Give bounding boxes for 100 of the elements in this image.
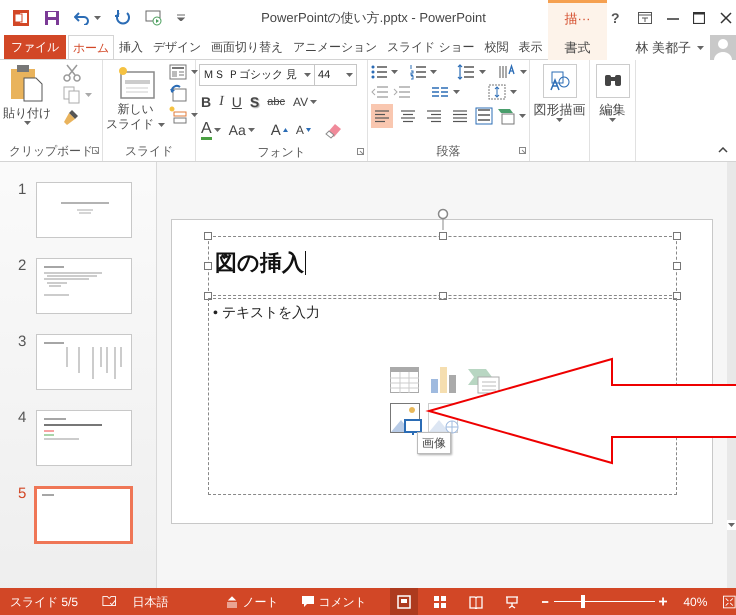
text-direction-icon[interactable] [498, 64, 516, 80]
section-icon[interactable] [169, 106, 187, 124]
ribbon-tab[interactable]: 表示 [513, 35, 548, 59]
resize-handle[interactable] [204, 262, 212, 270]
slide-thumbnail[interactable] [36, 410, 132, 466]
align-text-icon[interactable] [488, 84, 506, 100]
notes-icon [226, 596, 238, 608]
slideshow-icon[interactable] [145, 10, 163, 26]
shrink-font-button[interactable]: A [294, 118, 313, 142]
caret-icon [304, 73, 311, 77]
layout-icon[interactable] [169, 64, 187, 80]
caret-icon [556, 118, 563, 122]
resize-handle[interactable] [438, 292, 446, 300]
resize-handle[interactable] [673, 232, 681, 240]
collapse-ribbon-icon[interactable] [718, 147, 728, 153]
character-spacing-button[interactable]: AV [291, 90, 320, 114]
resize-handle[interactable] [204, 292, 212, 300]
resize-handle[interactable] [673, 262, 681, 270]
ribbon-tab[interactable]: デザイン [148, 35, 206, 59]
editing-button[interactable]: 編集 [593, 64, 632, 141]
dialog-launcher-icon[interactable] [357, 148, 364, 155]
group-label: 段落 [436, 143, 460, 160]
slide-thumbnail[interactable] [36, 258, 132, 314]
slide-thumbnail[interactable] [36, 334, 132, 390]
font-color-button[interactable]: A [199, 118, 223, 142]
line-spacing-icon[interactable] [457, 64, 475, 80]
customize-icon[interactable] [177, 14, 185, 21]
undo-icon[interactable] [74, 10, 90, 24]
dialog-launcher-icon[interactable] [92, 147, 99, 154]
smartart-convert-icon[interactable] [497, 107, 515, 125]
slide-thumbnail[interactable] [34, 486, 133, 544]
format-painter-icon[interactable] [63, 108, 81, 126]
rotate-handle-icon[interactable] [437, 208, 449, 230]
contextual-tab[interactable]: 書式 [548, 35, 607, 60]
ribbon-tab[interactable]: スライド ショー [382, 35, 480, 59]
ribbon-tab[interactable]: 画面切り替え [206, 35, 288, 59]
drawing-button[interactable]: 図形描画 [533, 64, 586, 141]
comments-button[interactable]: コメント [302, 592, 366, 610]
zoom-level[interactable]: 40% [683, 592, 708, 610]
insert-chart-icon[interactable] [430, 365, 456, 393]
align-left-button[interactable] [371, 104, 393, 128]
new-slide-button[interactable]: 新しい スライド [106, 64, 165, 141]
insert-table-icon[interactable] [390, 367, 419, 393]
body-text: テキストを入力 [222, 303, 320, 322]
bullet: • [213, 303, 218, 322]
strikethrough-button[interactable]: abc [265, 90, 288, 114]
insert-smartart-icon[interactable] [468, 367, 500, 395]
redo-icon[interactable] [115, 10, 131, 26]
maximize-icon[interactable] [693, 12, 706, 24]
slide-number: 1 [18, 182, 28, 197]
spell-check-icon[interactable] [102, 594, 116, 608]
zoom-in-icon[interactable] [659, 597, 668, 606]
caret-icon [346, 73, 353, 77]
scroll-down-icon[interactable] [727, 520, 736, 530]
eraser-icon[interactable] [324, 121, 343, 139]
reset-icon[interactable] [169, 84, 187, 102]
help-button[interactable]: ? [607, 10, 624, 24]
ribbon-tab[interactable]: ホーム [68, 35, 114, 59]
ribbon-tab[interactable]: 挿入 [114, 35, 148, 59]
slide-preview-drawing [44, 266, 102, 296]
distributed-icon[interactable] [475, 107, 493, 125]
app-icon[interactable] [12, 8, 30, 26]
ribbon-tab[interactable]: アニメーション [288, 35, 382, 59]
language[interactable]: 日本語 [132, 592, 168, 610]
slide-thumbnail[interactable] [36, 182, 132, 238]
notes-button[interactable]: ノート [226, 592, 278, 610]
numbering-icon[interactable] [410, 64, 426, 80]
insert-picture-icon[interactable] [390, 403, 422, 435]
group-label: クリップボード [9, 143, 93, 160]
cut-icon[interactable] [63, 64, 81, 82]
file-tab[interactable]: ファイル [4, 35, 66, 59]
ribbon-display-icon[interactable] [638, 12, 652, 24]
slide-sorter-icon [433, 594, 448, 608]
caret-icon [24, 121, 30, 125]
zoom-slider-thumb[interactable] [581, 595, 586, 608]
resize-handle[interactable] [204, 232, 212, 240]
italic-button[interactable]: I [217, 90, 226, 114]
ribbon-tab[interactable]: 校閲 [479, 35, 514, 59]
caret-icon [697, 46, 704, 50]
clipboard-icon [10, 64, 44, 102]
change-case-button[interactable]: Aa [226, 118, 257, 142]
save-icon[interactable] [44, 10, 60, 26]
font-name-field[interactable]: ＭＳ Ｐゴシック 見 [199, 64, 315, 86]
view-button[interactable] [390, 588, 418, 615]
resize-handle[interactable] [673, 292, 681, 300]
bullets-icon[interactable] [371, 64, 387, 80]
resize-handle[interactable] [438, 232, 446, 240]
contextual-tab-label: 描··· [548, 0, 607, 35]
underline-button[interactable]: U [230, 90, 244, 114]
paste-button[interactable]: 貼り付け [3, 64, 51, 141]
font-size-field[interactable]: 44 [315, 64, 357, 86]
user-name[interactable]: 林 美都子 [635, 38, 691, 58]
bold-button[interactable]: B [199, 90, 214, 114]
shadow-button[interactable]: S [248, 90, 262, 114]
fit-to-window-icon[interactable] [723, 594, 736, 608]
caret-icon [191, 113, 198, 117]
slide-count: スライド 5/5 [10, 594, 78, 610]
close-icon[interactable] [720, 12, 732, 24]
dialog-launcher-icon[interactable] [519, 147, 526, 154]
grow-font-button[interactable]: A [268, 118, 290, 142]
